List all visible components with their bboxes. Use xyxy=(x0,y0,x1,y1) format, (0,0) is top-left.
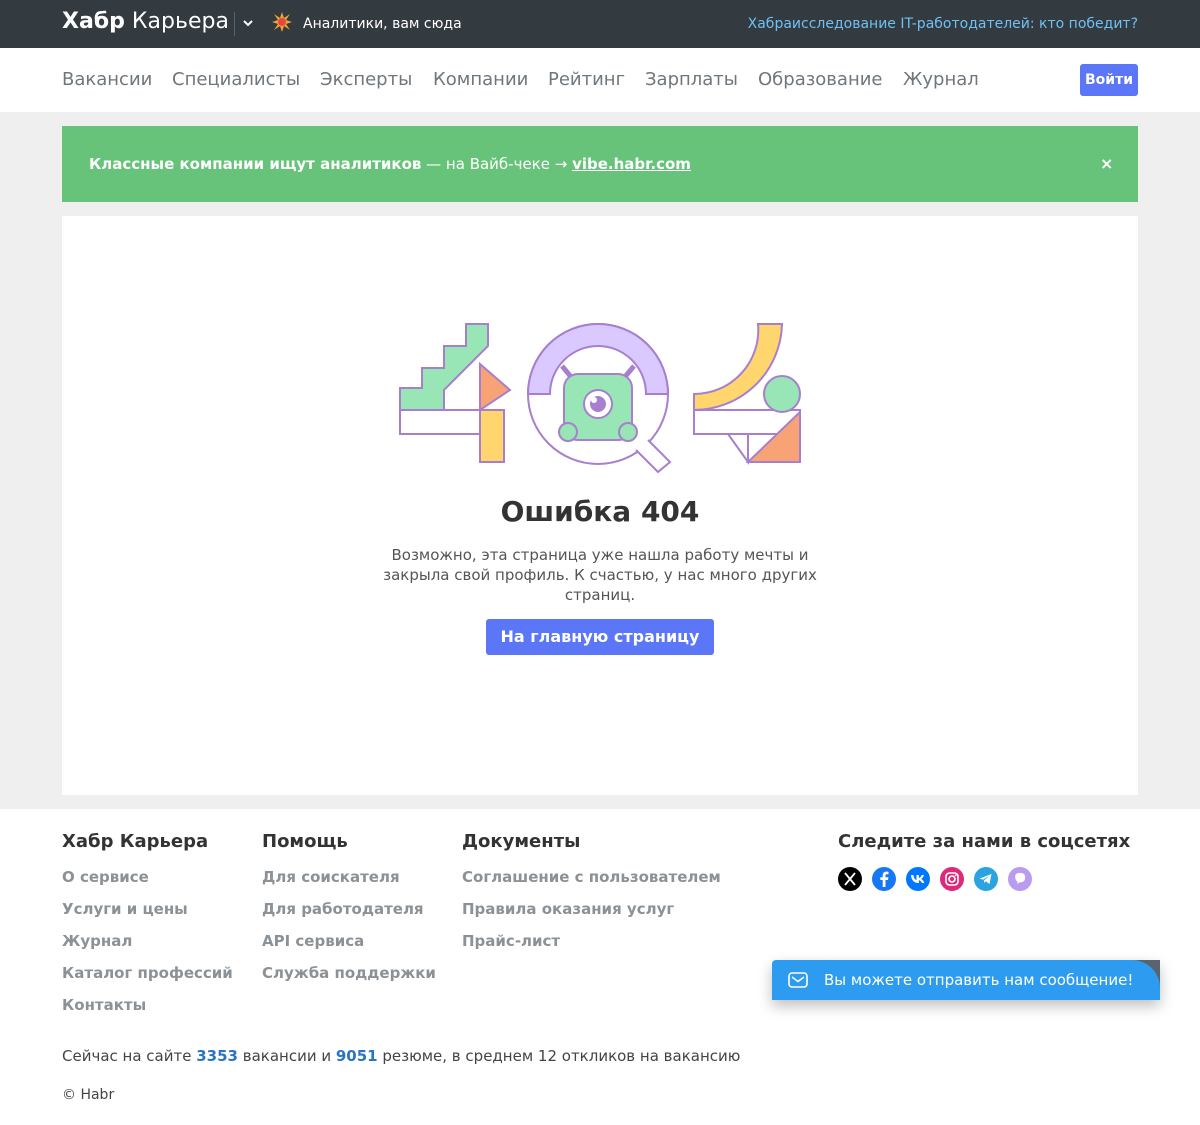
nav-item-journal[interactable]: Журнал xyxy=(903,69,979,90)
mail-icon xyxy=(788,972,808,988)
stats-suffix: резюме, в среднем 12 откликов на ваканси… xyxy=(377,1047,741,1065)
nav-item-rating[interactable]: Рейтинг xyxy=(548,69,625,90)
nav-item-specialists[interactable]: Специалисты xyxy=(172,69,300,90)
brand-logo[interactable]: Хабр Карьера xyxy=(62,9,229,34)
brand-rest: Карьера xyxy=(124,9,229,34)
stats-vacancies[interactable]: 3353 xyxy=(196,1047,238,1065)
instagram-icon[interactable] xyxy=(940,867,964,891)
telegram-icon[interactable] xyxy=(974,867,998,891)
footer-link-support[interactable]: Служба поддержки xyxy=(262,964,436,982)
vk-icon[interactable] xyxy=(906,867,930,891)
footer-col-help-title: Помощь xyxy=(262,831,348,852)
chevron-down-icon[interactable] xyxy=(241,16,255,30)
footer-link-contacts[interactable]: Контакты xyxy=(62,996,146,1014)
home-button[interactable]: На главную страницу xyxy=(486,619,714,655)
promo-banner: Классные компании ищут аналитиков — на В… xyxy=(62,126,1138,202)
footer-col-social-title: Следите за нами в соцсетях xyxy=(838,831,1131,852)
error-card: Ошибка 404 Возможно, эта страница уже на… xyxy=(62,216,1138,795)
site-stats: Сейчас на сайте 3353 вакансии и 9051 рез… xyxy=(62,1047,740,1065)
main-nav: Вакансии Специалисты Эксперты Компании Р… xyxy=(0,48,1200,112)
digit-four-right-icon xyxy=(693,323,801,466)
footer-link-catalog[interactable]: Каталог профессий xyxy=(62,964,233,982)
x-icon[interactable] xyxy=(838,867,862,891)
digit-four-left-icon xyxy=(399,323,512,463)
footer-link-employer[interactable]: Для работодателя xyxy=(262,900,424,918)
stats-resumes[interactable]: 9051 xyxy=(336,1047,378,1065)
nav-item-companies[interactable]: Компании xyxy=(433,69,528,90)
nav-item-vacancies[interactable]: Вакансии xyxy=(62,69,152,90)
footer-link-agreement[interactable]: Соглашение с пользователем xyxy=(462,868,721,886)
footer-col-brand-title: Хабр Карьера xyxy=(62,831,209,852)
facebook-icon[interactable] xyxy=(872,867,896,891)
brand-divider xyxy=(234,12,235,36)
footer-link-journal[interactable]: Журнал xyxy=(62,932,132,950)
digit-zero-icon xyxy=(526,323,672,474)
banner-link[interactable]: vibe.habr.com xyxy=(572,155,691,173)
error-title: Ошибка 404 xyxy=(500,495,700,528)
login-button[interactable]: Войти xyxy=(1080,64,1138,96)
footer-link-about[interactable]: О сервисе xyxy=(62,868,149,886)
copyright: © Habr xyxy=(62,1087,115,1103)
chat-widget[interactable]: Вы можете отправить нам сообщение! xyxy=(772,960,1160,1000)
stats-prefix: Сейчас на сайте xyxy=(62,1047,197,1065)
banner-middle: — на Вайб-чеке → xyxy=(421,155,573,173)
nav-item-salaries[interactable]: Зарплаты xyxy=(645,69,738,90)
chat-text: Вы можете отправить нам сообщение! xyxy=(824,971,1134,989)
close-icon[interactable]: × xyxy=(1100,154,1114,174)
top-bar: Хабр Карьера Аналитики, вам сюда Хабраис… xyxy=(0,0,1200,48)
chat-corner-fold xyxy=(1132,960,1160,988)
footer-link-api[interactable]: API сервиса xyxy=(262,932,364,950)
nav-item-education[interactable]: Образование xyxy=(758,69,883,90)
stats-mid: вакансии и xyxy=(237,1047,336,1065)
promo-link[interactable]: Аналитики, вам сюда xyxy=(303,16,462,32)
banner-text: Классные компании ищут аналитиков — на В… xyxy=(89,155,691,173)
footer-link-pricing[interactable]: Услуги и цены xyxy=(62,900,188,918)
spark-icon xyxy=(272,12,292,32)
404-illustration xyxy=(399,323,801,474)
footer-link-pricelist[interactable]: Прайс-лист xyxy=(462,932,560,950)
footer-link-rules[interactable]: Правила оказания услуг xyxy=(462,900,674,918)
research-link[interactable]: Хабраисследование IT-работодателей: кто … xyxy=(748,16,1138,32)
error-description: Возможно, эта страница уже нашла работу … xyxy=(383,546,817,604)
viber-icon[interactable] xyxy=(1008,867,1032,891)
banner-bold: Классные компании ищут аналитиков xyxy=(89,155,422,173)
footer-col-docs-title: Документы xyxy=(462,831,581,852)
nav-item-experts[interactable]: Эксперты xyxy=(320,69,412,90)
footer-link-jobseeker[interactable]: Для соискателя xyxy=(262,868,400,886)
brand-bold: Хабр xyxy=(62,9,125,34)
